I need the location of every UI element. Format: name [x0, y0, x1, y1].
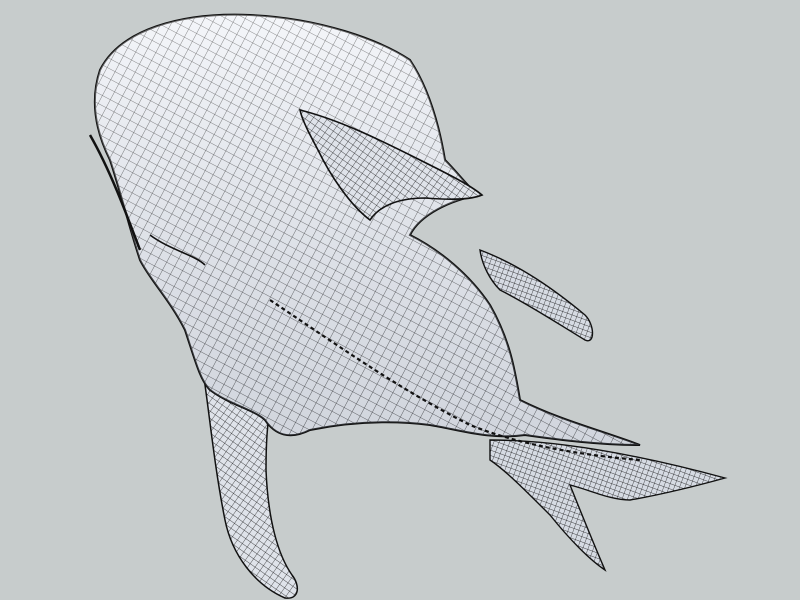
3d-viewport[interactable] — [0, 0, 800, 600]
wireframe-model — [88, 13, 728, 599]
tail-fin — [489, 439, 728, 572]
